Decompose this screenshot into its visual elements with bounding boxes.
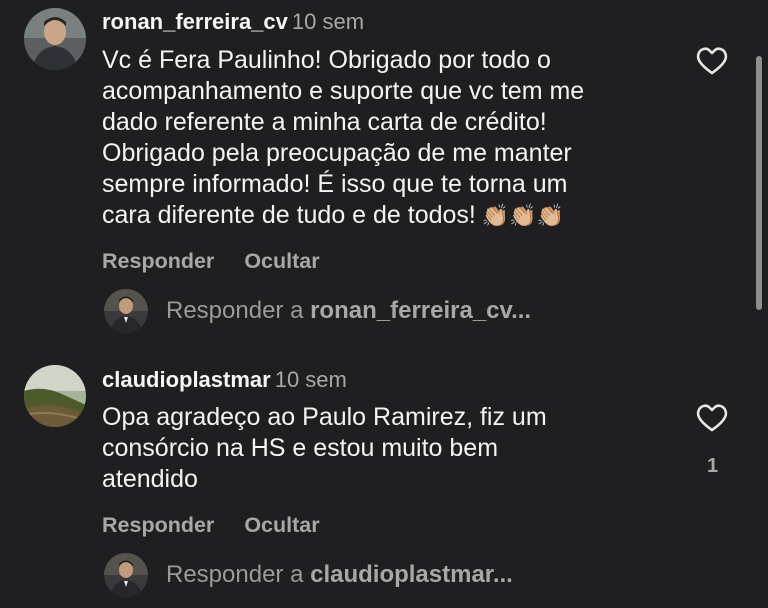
reply-prompt[interactable]: Responder a claudioplastmar... [166,561,513,589]
hide-button[interactable]: Ocultar [244,513,319,537]
avatar [104,553,148,597]
scrollbar[interactable] [756,56,762,310]
comment-timestamp: 10 sem [274,367,347,392]
avatar[interactable] [24,365,86,427]
comment-2: claudioplastmar 10 sem Opa agradeço ao Pa… [0,0,768,608]
comment-username[interactable]: claudioplastmar 10 sem [102,367,347,393]
reply-button[interactable]: Responder [102,513,214,537]
like-count[interactable]: 1 [707,455,718,478]
comment-actions: Responder Ocultar [102,513,350,538]
comment-text: Opa agradeço ao Paulo Ramirez, fiz um co… [102,403,547,493]
heart-icon[interactable] [695,401,729,435]
